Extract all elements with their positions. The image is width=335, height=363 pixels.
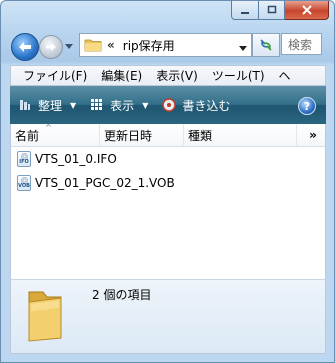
- menu-bar: ファイル(F) 編集(E) 表示(V) ツール(T) ヘ: [10, 65, 326, 86]
- maximize-button[interactable]: [259, 1, 285, 20]
- column-modified-label: 更新日時: [104, 128, 153, 143]
- menu-tools[interactable]: ツール(T): [205, 67, 272, 84]
- chevron-down-icon: [65, 43, 73, 49]
- search-input[interactable]: 検索: [281, 33, 322, 55]
- file-list[interactable]: ^ 名前 更新日時 種類 » IFO VTS_01_0.IFO VOB VTS_: [10, 123, 326, 279]
- minimize-button[interactable]: [231, 1, 259, 20]
- minimize-icon: [241, 12, 249, 14]
- burn-button[interactable]: 書き込む: [162, 97, 230, 114]
- column-headers: ^ 名前 更新日時 種類 »: [11, 123, 325, 147]
- file-name: VTS_01_PGC_02_1.VOB: [35, 176, 175, 190]
- menu-edit[interactable]: 編集(E): [94, 67, 149, 84]
- organize-button[interactable]: 整理 ▼: [18, 97, 76, 114]
- refresh-button[interactable]: [252, 33, 280, 57]
- file-name: VTS_01_0.IFO: [35, 152, 117, 166]
- item-count: 2 個の項目: [92, 288, 152, 302]
- address-path[interactable]: rip保存用: [123, 37, 175, 54]
- maximize-icon: [267, 5, 276, 14]
- column-name-label: 名前: [15, 128, 40, 143]
- list-item[interactable]: IFO VTS_01_0.IFO: [17, 150, 117, 168]
- back-arrow-icon: [19, 42, 31, 52]
- help-icon[interactable]: ?: [298, 97, 316, 115]
- chevron-down-icon: ▼: [142, 100, 149, 110]
- more-columns-button[interactable]: »: [297, 124, 325, 146]
- views-icon: [90, 98, 104, 112]
- burn-label: 書き込む: [182, 98, 231, 113]
- views-label: 表示: [110, 98, 135, 113]
- chevron-down-icon: ▼: [70, 100, 77, 110]
- forward-arrow-icon: [46, 43, 56, 51]
- column-name[interactable]: ^ 名前: [11, 123, 100, 146]
- chevron-down-icon: [239, 46, 247, 51]
- menu-help[interactable]: ヘ: [272, 67, 298, 84]
- vob-file-icon: VOB: [17, 175, 31, 191]
- refresh-icon: [260, 39, 272, 51]
- recent-pages-dropdown[interactable]: [64, 41, 74, 51]
- file-icon-tag: IFO: [19, 159, 29, 165]
- menu-view[interactable]: 表示(V): [149, 67, 205, 84]
- organize-icon: [18, 98, 32, 112]
- address-overflow-chevron[interactable]: «: [107, 38, 115, 52]
- menu-file[interactable]: ファイル(F): [11, 67, 94, 84]
- address-dropdown[interactable]: [239, 40, 247, 54]
- close-icon: [301, 5, 312, 15]
- views-button[interactable]: 表示 ▼: [90, 97, 148, 114]
- folder-icon: [28, 291, 62, 342]
- explorer-window: « rip保存用 検索 ファイル(F) 編集(E) 表示(V) ツール(T) ヘ…: [0, 0, 335, 363]
- caption-buttons: [231, 1, 329, 20]
- list-item[interactable]: VOB VTS_01_PGC_02_1.VOB: [17, 174, 175, 192]
- burn-disc-icon: [162, 98, 177, 112]
- organize-label: 整理: [38, 98, 63, 113]
- column-type-label: 種類: [188, 128, 213, 143]
- command-bar: 整理 ▼ 表示 ▼ 書き込む ?: [10, 86, 326, 124]
- back-button[interactable]: [11, 33, 39, 61]
- file-icon-tag: VOB: [18, 183, 30, 189]
- address-bar[interactable]: « rip保存用: [79, 33, 252, 57]
- column-modified[interactable]: 更新日時: [100, 124, 184, 146]
- close-button[interactable]: [285, 1, 329, 20]
- forward-button[interactable]: [39, 35, 63, 59]
- sort-ascending-icon: ^: [45, 123, 52, 132]
- ifo-file-icon: IFO: [17, 151, 31, 167]
- column-type[interactable]: 種類: [184, 124, 297, 146]
- folder-icon: [84, 39, 102, 52]
- details-pane: 2 個の項目: [10, 279, 326, 354]
